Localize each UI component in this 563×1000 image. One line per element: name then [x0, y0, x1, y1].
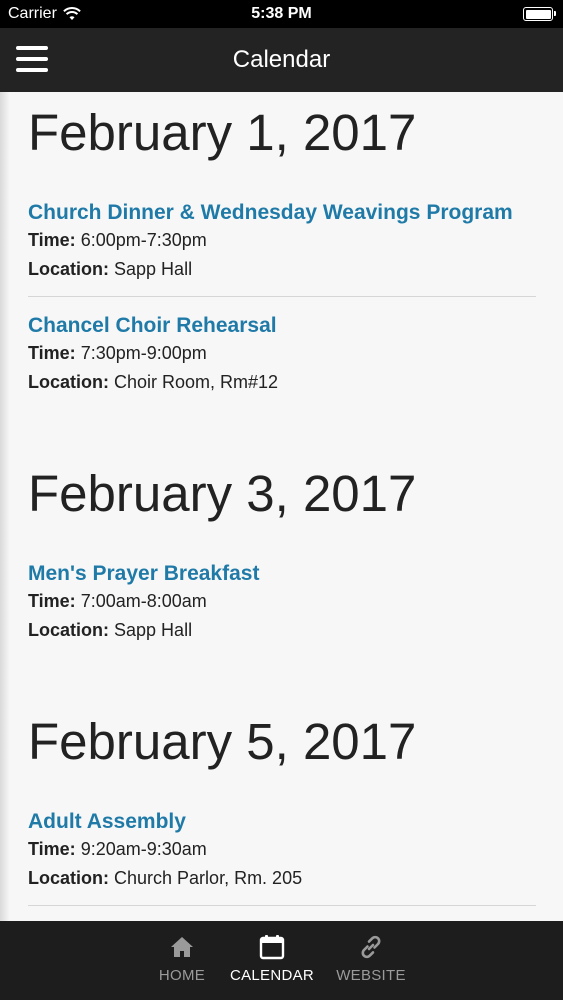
tab-website[interactable]: WEBSITE: [332, 921, 410, 1000]
event-time: Time: 9:20am-9:30am: [28, 835, 535, 864]
event-time: Time: 6:00pm-7:30pm: [28, 226, 535, 255]
event-item: Adult Assembly Time: 9:20am-9:30am Locat…: [28, 773, 536, 906]
event-item: Chancel Choir Rehearsal Time: 7:30pm-9:0…: [28, 297, 535, 397]
time-value: 6:00pm-7:30pm: [80, 230, 207, 250]
day-heading: February 1, 2017: [28, 104, 417, 161]
location-value: Sapp Hall: [114, 259, 193, 279]
event-title-link[interactable]: Adult Assembly: [28, 809, 535, 835]
event-item: Church Dinner & Wednesday Weavings Progr…: [28, 164, 536, 297]
time-label: Time:: [28, 839, 76, 859]
nav-bar: Calendar: [0, 28, 563, 92]
status-time: 5:38 PM: [251, 5, 312, 22]
event-time: Time: 7:00am-8:00am: [28, 587, 535, 616]
time-value: 7:30pm-9:00pm: [80, 343, 207, 363]
time-label: Time:: [28, 230, 76, 250]
calendar-icon: [259, 935, 285, 960]
event-title-link[interactable]: Chancel Choir Rehearsal: [28, 313, 535, 339]
location-value: Sapp Hall: [114, 620, 193, 640]
day-heading: February 5, 2017: [28, 713, 417, 770]
page-title: Calendar: [232, 46, 331, 73]
home-icon: [171, 937, 193, 957]
location-value: Church Parlor, Rm. 205: [114, 868, 303, 888]
location-label: Location:: [28, 259, 109, 279]
tab-website-label: WEBSITE: [336, 967, 406, 984]
event-location: Location: Sapp Hall: [28, 255, 535, 284]
event-location: Location: Choir Room, Rm#12: [28, 368, 535, 397]
calendar-list[interactable]: February 1, 2017 Church Dinner & Wednesd…: [0, 92, 563, 921]
event-title-link[interactable]: Church Dinner & Wednesday Weavings Progr…: [28, 200, 535, 226]
event-time: Time: 7:30pm-9:00pm: [28, 339, 535, 368]
event-item: Men's Prayer Breakfast Time: 7:00am-8:00…: [28, 525, 535, 645]
day-section: February 3, 2017 Men's Prayer Breakfast …: [0, 463, 563, 645]
tab-calendar[interactable]: CALENDAR: [228, 921, 316, 1000]
time-label: Time:: [28, 591, 76, 611]
tab-home-label: HOME: [158, 967, 206, 984]
location-label: Location:: [28, 620, 109, 640]
link-icon: [361, 935, 381, 959]
event-location: Location: Church Parlor, Rm. 205: [28, 864, 535, 893]
time-label: Time:: [28, 343, 76, 363]
location-label: Location:: [28, 372, 109, 392]
day-section: February 5, 2017 Adult Assembly Time: 9:…: [0, 711, 563, 906]
event-location: Location: Sapp Hall: [28, 616, 535, 645]
location-value: Choir Room, Rm#12: [114, 372, 279, 392]
day-heading: February 3, 2017: [28, 465, 417, 522]
day-section: February 1, 2017 Church Dinner & Wednesd…: [0, 102, 563, 397]
tab-home[interactable]: HOME: [146, 921, 218, 1000]
time-value: 9:20am-9:30am: [80, 839, 207, 859]
time-value: 7:00am-8:00am: [80, 591, 207, 611]
divider: [28, 905, 536, 906]
tab-calendar-label: CALENDAR: [229, 967, 315, 984]
tab-bar: HOME CALENDAR WEBSITE: [0, 921, 563, 1000]
status-bar: Carrier 5:38 PM: [0, 0, 563, 28]
battery-icon: [523, 7, 556, 21]
event-title-link[interactable]: Men's Prayer Breakfast: [28, 561, 535, 587]
location-label: Location:: [28, 868, 109, 888]
